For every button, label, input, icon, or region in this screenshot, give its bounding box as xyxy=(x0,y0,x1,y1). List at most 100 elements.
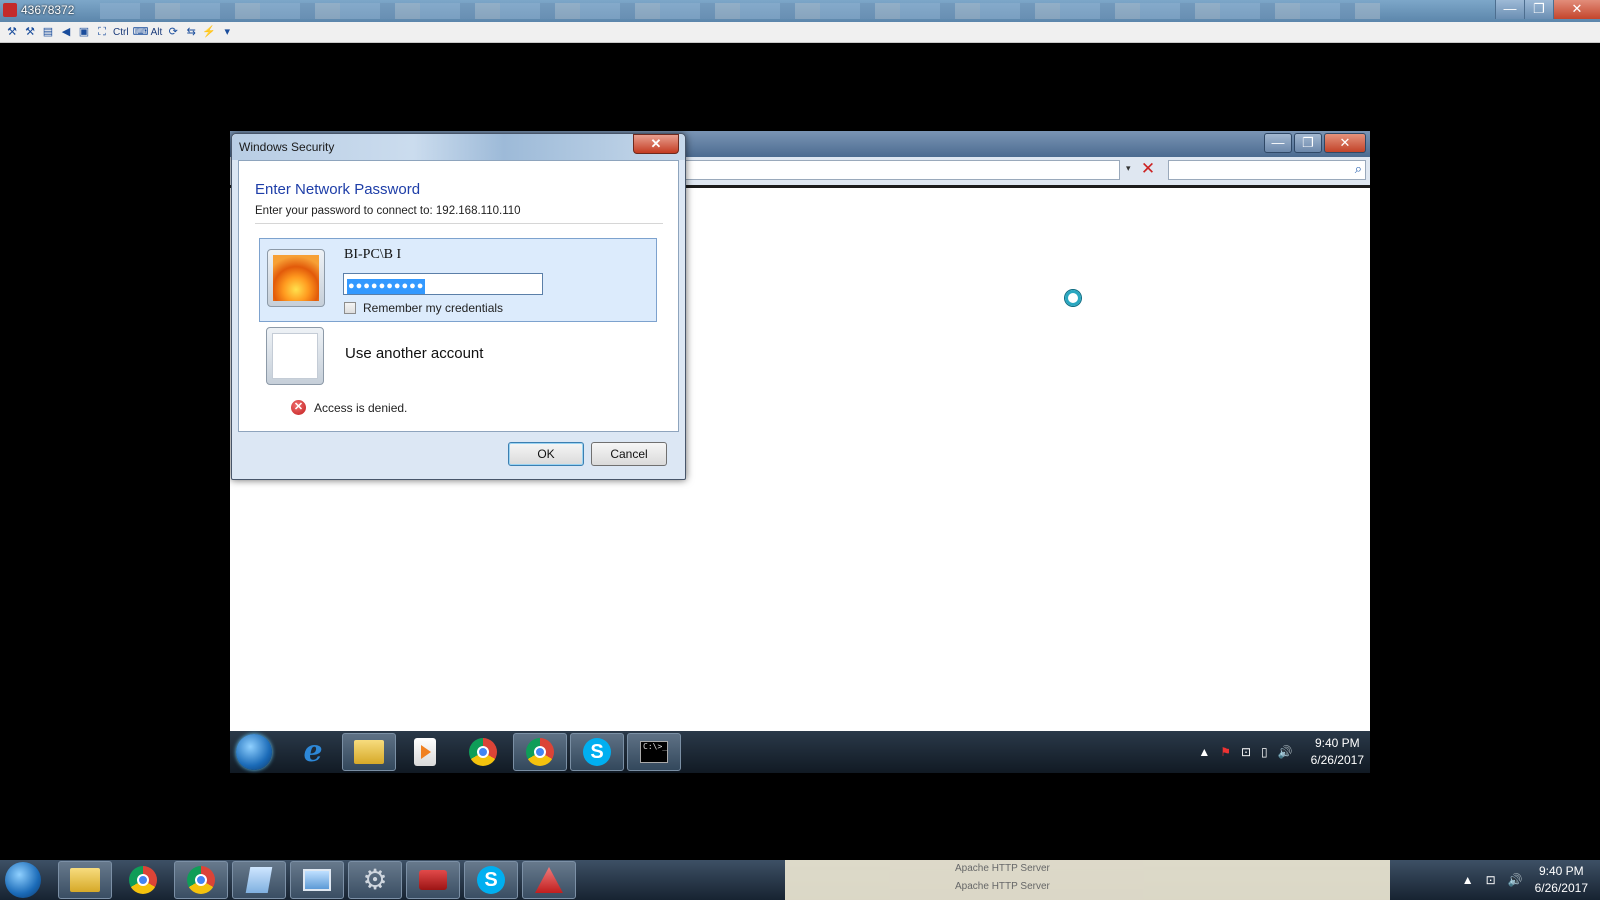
folder-icon xyxy=(70,868,100,892)
host-taskbar-skype[interactable]: S xyxy=(464,861,518,899)
transfer-icon[interactable]: ⇆ xyxy=(184,25,198,39)
viewer-title: 43678372 xyxy=(21,3,75,17)
dialog-heading: Enter Network Password xyxy=(255,181,421,198)
remote-clock-date: 6/26/2017 xyxy=(1310,753,1364,767)
remote-clock[interactable]: 9:40 PM 6/26/2017 xyxy=(1311,735,1364,769)
host-taskbar-settings[interactable]: ⚙ xyxy=(348,861,402,899)
other-account-tile[interactable] xyxy=(266,327,324,385)
host-taskbar-remote-desktop[interactable] xyxy=(290,861,344,899)
network-icon[interactable]: ⊡ xyxy=(1486,873,1496,887)
host-taskbar-chrome-2[interactable] xyxy=(174,861,228,899)
credential-username: BI-PC\B I xyxy=(344,247,402,262)
power-icon[interactable]: ▯ xyxy=(1261,745,1268,759)
host-clock[interactable]: 9:40 PM 6/26/2017 xyxy=(1535,863,1588,897)
error-icon: ✕ xyxy=(291,400,306,415)
background-window-preview: Apache HTTP Server Apache HTTP Server xyxy=(785,860,1390,900)
sound-icon[interactable]: ◀ xyxy=(59,25,73,39)
remote-start-button[interactable] xyxy=(236,734,272,770)
browser-window-controls: — ❐ ✕ xyxy=(1264,133,1366,153)
volume-icon[interactable]: 🔊 xyxy=(1508,873,1523,887)
viewer-maximize-button[interactable]: ❐ xyxy=(1524,0,1553,19)
viewer-minimize-button[interactable]: — xyxy=(1495,0,1524,19)
host-taskbar-toolbox[interactable] xyxy=(406,861,460,899)
remote-taskbar-chrome[interactable] xyxy=(456,733,510,771)
host-clock-time: 9:40 PM xyxy=(1538,864,1584,878)
browser-maximize-button[interactable]: ❐ xyxy=(1294,133,1322,153)
address-bar[interactable] xyxy=(670,160,1120,180)
search-icon[interactable]: ⌕ xyxy=(1355,161,1362,177)
network-icon[interactable]: ⊡ xyxy=(1241,745,1251,759)
host-taskbar-chrome[interactable] xyxy=(116,861,170,899)
alt-key-button[interactable]: Alt xyxy=(151,27,163,38)
chrome-icon xyxy=(187,866,215,894)
ok-button[interactable]: OK xyxy=(508,442,584,466)
remote-taskbar-ie[interactable]: e xyxy=(286,733,340,771)
remote-taskbar-chrome-2[interactable] xyxy=(513,733,567,771)
host-taskbar: ⚙ S Apache HTTP Server Apache HTTP Serve… xyxy=(0,860,1600,900)
remote-taskbar-cmd[interactable]: C:\>_ xyxy=(627,733,681,771)
chrome-icon xyxy=(469,738,497,766)
remember-credentials-row[interactable]: Remember my credentials xyxy=(344,301,503,315)
cancel-button[interactable]: Cancel xyxy=(591,442,667,466)
toolbar-dropdown-icon[interactable]: ▾ xyxy=(220,25,234,39)
viewer-close-button[interactable]: ✕ xyxy=(1553,0,1600,19)
password-mask: ●●●●●●●●●● xyxy=(347,279,426,294)
browser-close-button[interactable]: ✕ xyxy=(1324,133,1366,153)
volume-icon[interactable]: 🔊 xyxy=(1278,745,1293,759)
skype-icon: S xyxy=(477,866,505,894)
use-another-account-label[interactable]: Use another account xyxy=(345,345,483,362)
remote-taskbar-media[interactable] xyxy=(398,733,452,771)
lightning-icon[interactable]: ⚡ xyxy=(202,25,216,39)
internet-explorer-icon: e xyxy=(303,734,323,769)
remote-system-tray: ▲ ⚑ ⊡ ▯ 🔊 9:40 PM 6/26/2017 xyxy=(1198,733,1364,771)
error-text: Access is denied. xyxy=(314,400,408,415)
fullscreen-icon[interactable]: ⛶ xyxy=(95,25,109,39)
windows-security-dialog: Windows Security ✕ Enter Network Passwor… xyxy=(231,133,686,480)
chrome-icon xyxy=(526,738,554,766)
host-taskbar-notepad[interactable] xyxy=(232,861,286,899)
host-system-tray: ▲ ⊡ 🔊 9:40 PM 6/26/2017 xyxy=(1462,862,1588,898)
dialog-close-button[interactable]: ✕ xyxy=(633,134,679,154)
skype-icon: S xyxy=(583,738,611,766)
show-hidden-icons-icon[interactable]: ▲ xyxy=(1198,745,1210,759)
disconnect-icon[interactable]: ⚒ xyxy=(23,25,37,39)
remote-taskbar: e S C:\>_ ▲ ⚑ ⊡ ▯ 🔊 9:40 PM 6/26/2017 xyxy=(230,731,1370,773)
remote-taskbar-explorer[interactable] xyxy=(342,733,396,771)
preview-line-1: Apache HTTP Server xyxy=(955,863,1050,874)
viewer-app-icon xyxy=(3,3,17,17)
dialog-subtitle: Enter your password to connect to: 192.1… xyxy=(255,205,521,217)
dialog-title-bar[interactable]: Windows Security ✕ xyxy=(232,134,685,160)
action-center-flag-icon[interactable]: ⚑ xyxy=(1220,745,1231,759)
notepad-icon xyxy=(245,867,273,893)
dialog-footer: OK Cancel xyxy=(238,432,679,472)
viewer-toolbar: ⚒ ⚒ ▤ ◀ ▣ ⛶ Ctrl ⌨ Alt ⟳ ⇆ ⚡ ▾ xyxy=(0,22,1600,43)
gear-icon: ⚙ xyxy=(362,864,388,895)
search-input[interactable]: ⌕ xyxy=(1168,160,1366,180)
viewer-window-controls: — ❐ ✕ xyxy=(1495,0,1600,20)
dialog-title: Windows Security xyxy=(239,140,335,154)
host-clock-date: 6/26/2017 xyxy=(1534,881,1588,895)
display-icon[interactable]: ▣ xyxy=(77,25,91,39)
ctrl-alt-del-icon[interactable]: ⌨ xyxy=(133,25,149,39)
host-start-button[interactable] xyxy=(5,862,41,898)
remember-credentials-checkbox[interactable] xyxy=(344,302,356,314)
host-taskbar-remote-viewer[interactable] xyxy=(522,861,576,899)
remember-credentials-label[interactable]: Remember my credentials xyxy=(363,301,503,315)
connect-icon[interactable]: ⚒ xyxy=(5,25,19,39)
refresh-icon[interactable]: ⟳ xyxy=(166,25,180,39)
toolbox-icon xyxy=(419,870,447,890)
stop-icon[interactable]: ✕ xyxy=(1138,159,1158,179)
remote-clock-time: 9:40 PM xyxy=(1314,736,1360,750)
ctrl-key-button[interactable]: Ctrl xyxy=(113,27,129,38)
password-field[interactable]: ●●●●●●●●●● xyxy=(343,273,543,295)
remote-taskbar-skype[interactable]: S xyxy=(570,733,624,771)
credential-tile[interactable]: BI-PC\B I ●●●●●●●●●● Remember my credent… xyxy=(259,238,657,322)
browser-minimize-button[interactable]: — xyxy=(1264,133,1292,153)
address-dropdown-icon[interactable]: ▾ xyxy=(1126,163,1131,174)
chrome-icon xyxy=(129,866,157,894)
host-taskbar-explorer[interactable] xyxy=(58,861,112,899)
busy-cursor-icon xyxy=(1065,290,1081,306)
show-hidden-icons-icon[interactable]: ▲ xyxy=(1462,873,1474,887)
properties-icon[interactable]: ▤ xyxy=(41,25,55,39)
viewer-tab-strip[interactable] xyxy=(100,3,1380,19)
